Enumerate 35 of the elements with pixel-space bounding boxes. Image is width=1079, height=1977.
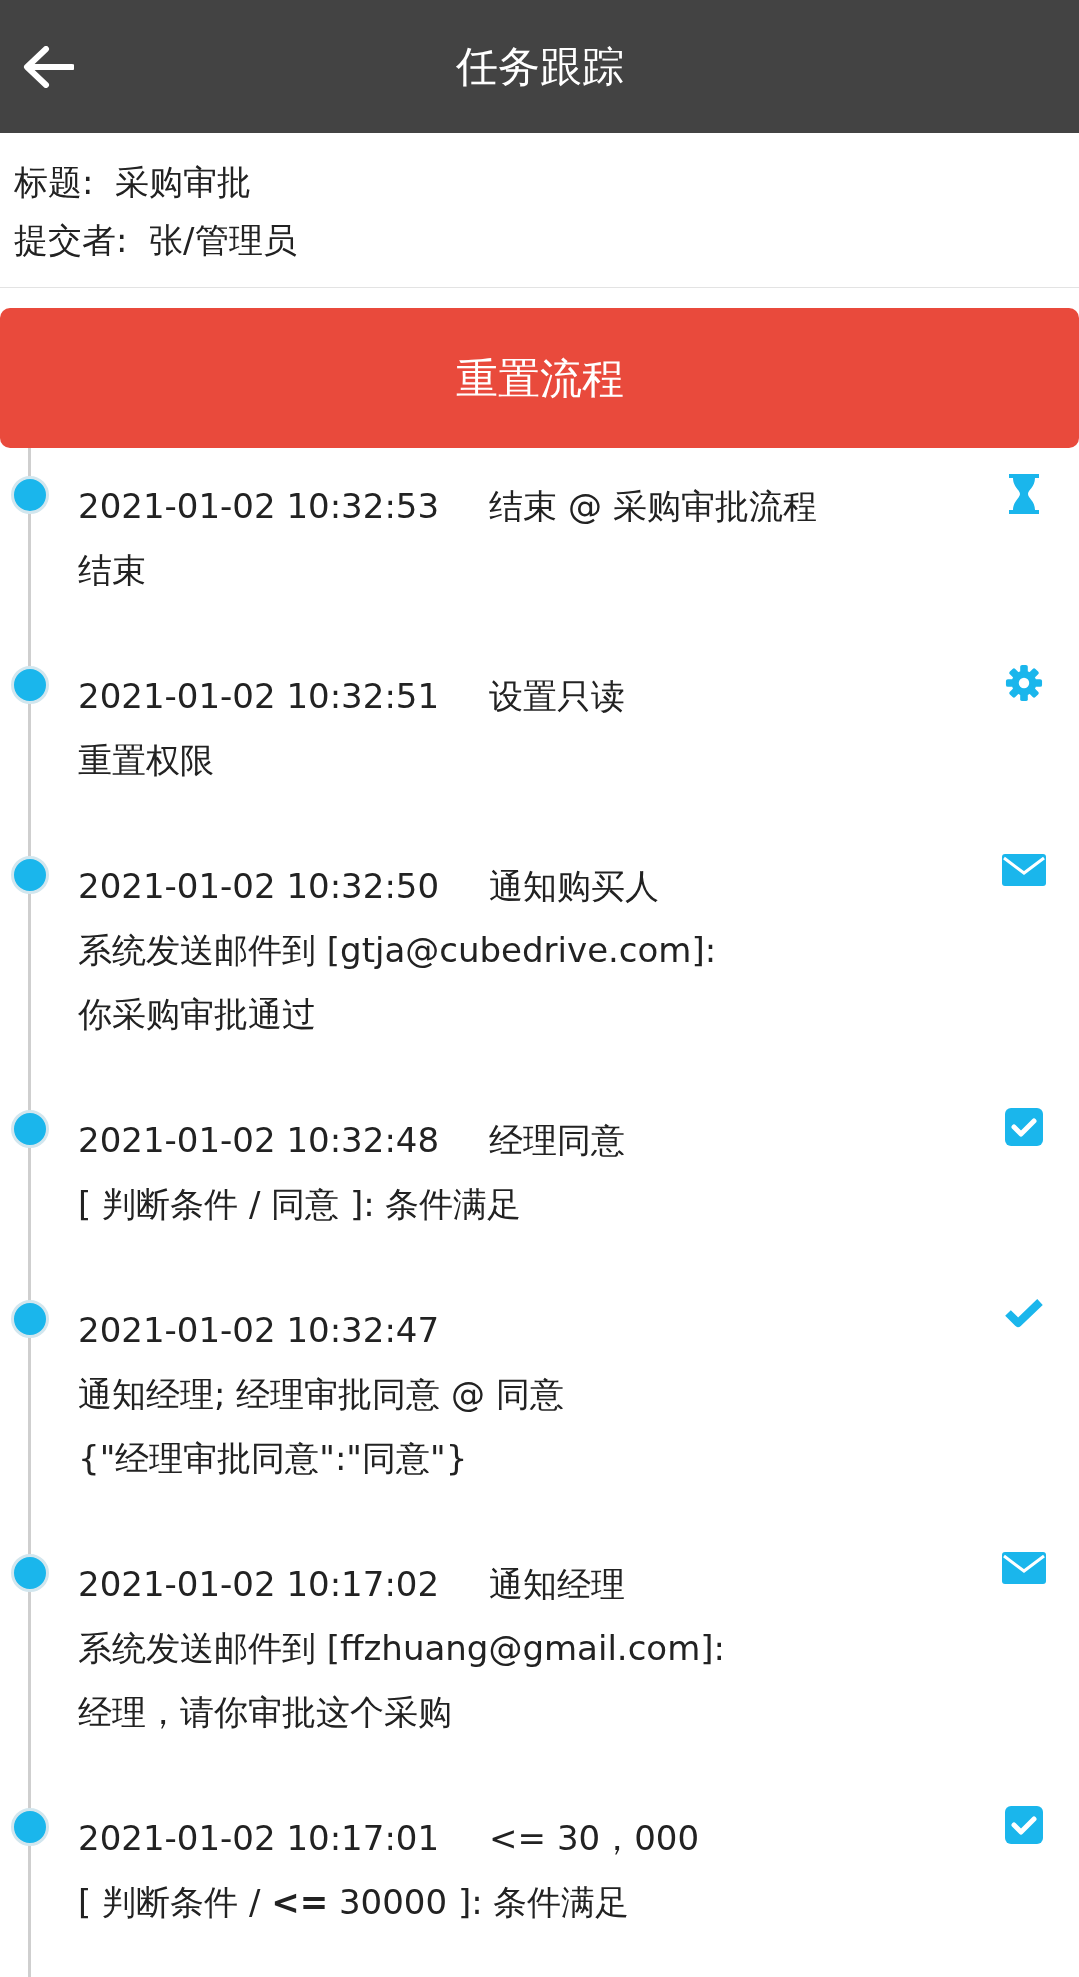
event-detail: 结束 — [78, 549, 147, 592]
event-title: 设置只读 — [489, 675, 626, 718]
event-title: 通知经理 — [489, 1563, 626, 1606]
event-detail: [ 判断条件 / <= 30000 ]: 条件满足 — [78, 1881, 631, 1924]
timestamp: 2021-01-02 10:32:47 — [78, 1309, 440, 1352]
event-detail: [ 判断条件 / 同意 ]: 条件满足 — [78, 1183, 523, 1226]
info-line: 标题: 采购审批 — [14, 161, 253, 204]
timestamp: 2021-01-02 10:17:01 — [78, 1817, 440, 1860]
event-detail: 系统发送邮件到 [gtja@cubedrive.com]: — [78, 929, 718, 972]
check-icon — [1004, 1298, 1044, 1328]
envelope-icon — [1002, 1552, 1046, 1584]
event-detail: 系统发送邮件到 [ffzhuang@gmail.com]: — [78, 1627, 726, 1670]
checked-box-icon — [1005, 1806, 1043, 1844]
timestamp: 2021-01-02 10:32:50 — [78, 865, 440, 908]
gear-icon — [1005, 664, 1043, 702]
info-line: 提交者: 张/管理员 — [14, 219, 298, 262]
timestamp: 2021-01-02 10:32:48 — [78, 1119, 440, 1162]
event-detail: 经理，请你审批这个采购 — [78, 1691, 453, 1734]
timestamp: 2021-01-02 10:17:02 — [78, 1563, 440, 1606]
event-detail: {"经理审批同意":"同意"} — [78, 1437, 469, 1480]
back-arrow-icon[interactable] — [22, 46, 74, 88]
timestamp: 2021-01-02 10:32:51 — [78, 675, 440, 718]
event-detail: 重置权限 — [78, 739, 215, 782]
event-detail: 通知经理; 经理审批同意 @ 同意 — [78, 1373, 565, 1416]
timestamp: 2021-01-02 10:32:53 — [78, 485, 440, 528]
event-title: 结束 @ 采购审批流程 — [489, 485, 817, 528]
event-title: <= 30，000 — [489, 1817, 700, 1860]
hourglass-icon — [1009, 474, 1039, 514]
envelope-icon — [1002, 854, 1046, 886]
checked-box-icon — [1005, 1108, 1043, 1146]
page-title: 任务跟踪 — [455, 41, 624, 93]
event-detail: 你采购审批通过 — [78, 993, 317, 1036]
event-title: 经理同意 — [489, 1119, 626, 1162]
reset-process-button[interactable]: 重置流程 — [0, 308, 1079, 448]
event-title: 通知购买人 — [489, 865, 660, 908]
